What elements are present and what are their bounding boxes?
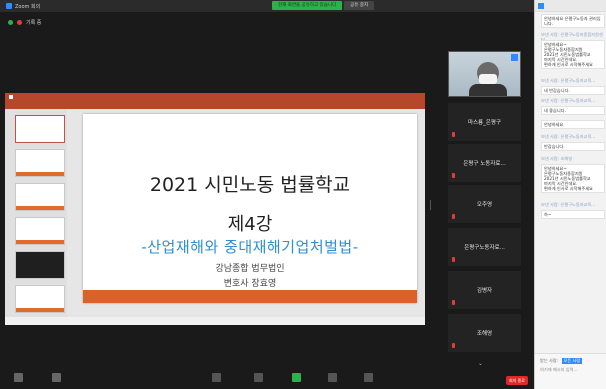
meeting-toolbar [0,368,534,389]
slide-presenter: 변호사 장효영 [223,279,277,289]
chat-recipient-row: 받는 사람: 모든 사람 [540,358,583,364]
zoom-logo-icon [6,3,12,9]
slide-thumb[interactable] [15,149,65,177]
chat-to-label: 받는 사람: [540,358,559,363]
participant-tile[interactable]: 조해영 [448,314,521,352]
end-meeting-button[interactable]: 회의 종료 [506,376,528,385]
muted-mic-icon [452,300,455,305]
ppt-status-bar [5,317,425,325]
participant-tile[interactable]: 은평구 노동자료... [448,144,521,182]
slide-thumb[interactable] [15,217,65,245]
participant-tile[interactable]: 오주영 [448,185,521,223]
ppt-logo-icon [9,95,13,99]
reactions-button[interactable] [364,373,373,382]
slide-lecture: 제4강 [227,214,273,235]
chat-message: 안녕하세요~ 은평구노동자종합지원 2021년 시민노동법률학교 마지막 시간인… [541,40,605,69]
muted-mic-icon [452,343,455,348]
chat-sender: 보낸 사람: 은평구노동자교육... [541,202,596,207]
muted-mic-icon [452,257,455,262]
slide-thumb[interactable] [15,251,65,279]
chat-sender: 보낸 사람: 조해영 [541,156,573,161]
participant-name: 마스룡_은평구 [467,120,502,126]
chat-icon [538,3,544,9]
chat-header [535,0,606,12]
slide-bottom-bar [83,290,417,303]
mute-button[interactable] [14,373,23,382]
ppt-ribbon [5,101,425,109]
share-banner: 현재 화면을 공유하고 있습니다 공유 중지 [272,1,375,10]
participants-button[interactable] [212,373,221,382]
chat-message: 네 좋습니다. [541,106,605,115]
chat-sender: 보낸 사람: 은평구노동자교육... [541,134,596,139]
chat-sender: 보낸 사람: 은평구노동자교육... [541,78,596,83]
title-bar: Zoom 회의 [0,0,534,12]
slide-canvas: 2021 시민노동 법률학교 제4강 -산업재해와 중대재해기업처벌법- 강남종… [83,114,417,303]
shared-screen: 2021 시민노동 법률학교 제4강 -산업재해와 중대재해기업처벌법- 강남종… [5,93,425,325]
slide-subtitle: -산업재해와 중대재해기업처벌법- [141,238,359,256]
divider [430,200,431,210]
chat-sender: 보낸 사람: 은평구노동자교육... [541,98,596,103]
chat-input[interactable]: 여기에 메시지 입력... [540,367,577,373]
muted-mic-icon [452,214,455,219]
participant-name: 김병자 [476,288,493,294]
chat-panel: 안녕하세요 은평구노동자 권리입니다. 보낸 사람: 은평구노동자종합지원센터 … [534,0,606,389]
muted-mic-icon [452,173,455,178]
participant-name: 은평구노동자료... [464,245,505,251]
window-title: Zoom 회의 [15,3,41,10]
chat-message: 안녕하세요 [541,120,605,129]
person-body [469,84,507,96]
chat-button[interactable] [254,373,263,382]
slide-thumb[interactable] [15,285,65,313]
chevron-down-icon[interactable]: ⌄ [478,360,483,367]
stop-share-button[interactable]: 공유 중지 [344,1,375,10]
slide-thumb[interactable] [15,183,65,211]
participant-name: 은평구 노동자료... [463,161,506,167]
face-mask [479,74,497,84]
slide-title: 2021 시민노동 법률학교 [149,174,351,196]
chat-message: 하~ [541,210,605,219]
participant-name: 오주영 [476,202,493,208]
chat-message: 안녕하세요~ 은평구노동자종합지원 2021년 시민노동법률학교 마지막 시간인… [541,164,605,193]
chat-recipient-select[interactable]: 모든 사람 [561,358,583,364]
slide-org: 강남종합 법무법인 [215,264,285,274]
meeting-topbar: 기록 중 [0,12,534,32]
security-shield-icon[interactable] [8,19,13,25]
ppt-workspace: 2021 시민노동 법률학교 제4강 -산업재해와 중대재해기업처벌법- 강남종… [5,109,425,317]
record-icon [17,19,22,25]
slide-thumbnails [5,109,67,317]
video-button[interactable] [52,373,61,382]
chat-message: 반갑습니다. [541,142,605,151]
chat-compose: 받는 사람: 모든 사람 여기에 메시지 입력... [535,353,606,389]
participant-tile[interactable]: 마스룡_은평구 [448,103,521,141]
ppt-title-bar [5,93,425,101]
self-video[interactable] [448,51,521,97]
record-button[interactable] [328,373,337,382]
chat-message: 안녕하세요 은평구노동자 권리입니다. [541,14,605,28]
share-status-text: 현재 화면을 공유하고 있습니다 [272,1,343,10]
participant-tile[interactable]: 김병자 [448,271,521,309]
participant-tile[interactable]: 은평구노동자료... [448,228,521,266]
share-screen-button[interactable] [292,373,301,382]
chat-message: 네 반갑습니다. [541,86,605,95]
video-options-icon[interactable] [511,54,518,61]
recording-label: 기록 중 [26,19,42,26]
participant-name: 조해영 [476,331,493,337]
muted-mic-icon [452,132,455,137]
zoom-window: Zoom 회의 현재 화면을 공유하고 있습니다 공유 중지 기록 중 보기 2 [0,0,606,389]
slide-thumb[interactable] [15,115,65,143]
